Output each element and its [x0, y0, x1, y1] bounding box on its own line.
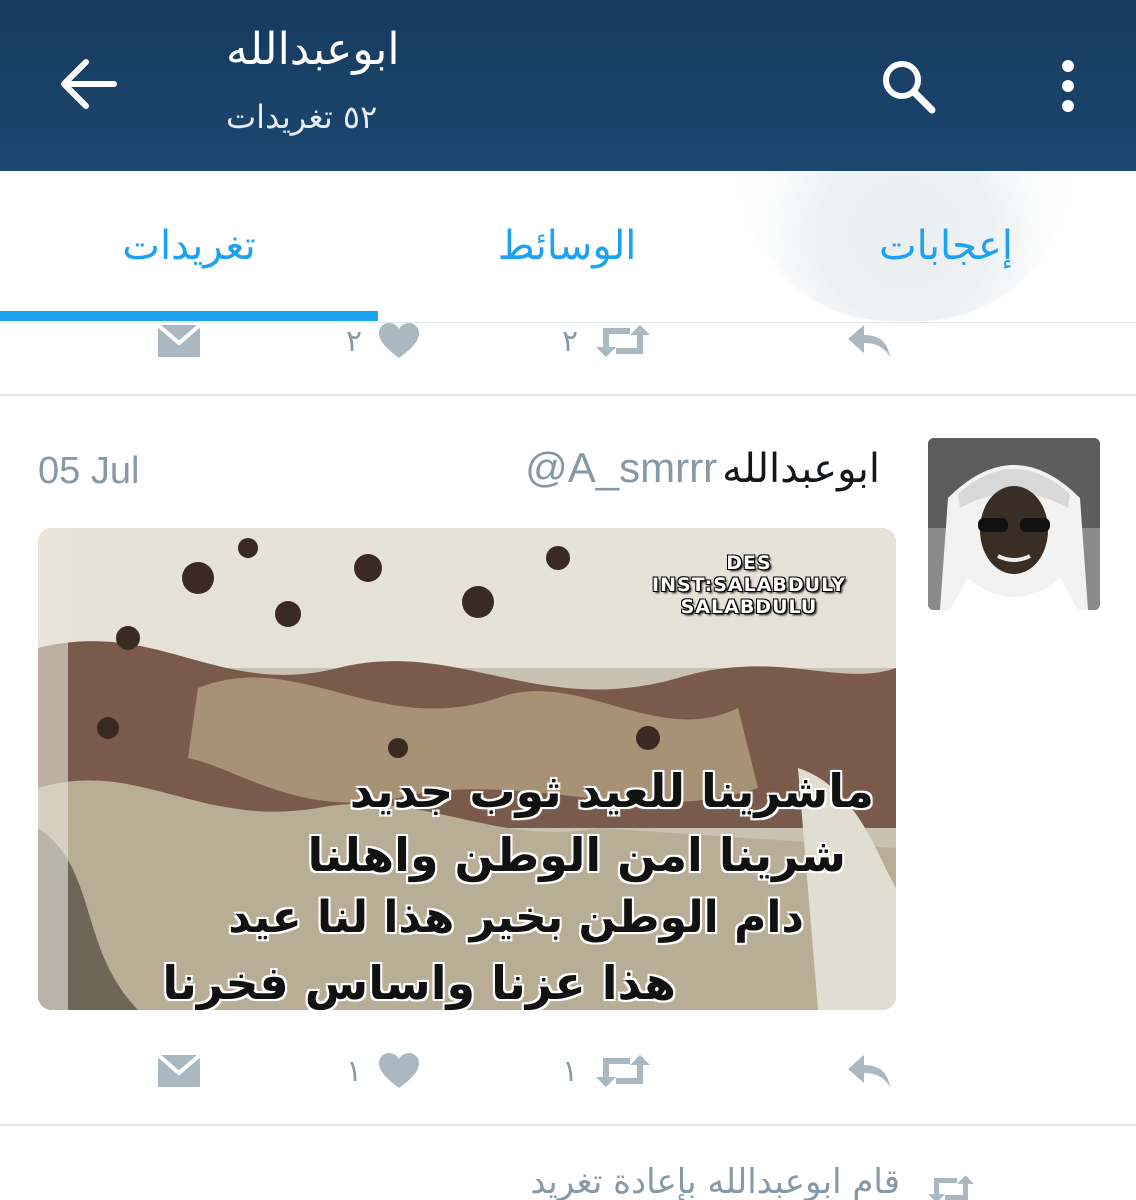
- envelope-icon: [156, 323, 202, 357]
- watermark-line-1: DES: [726, 552, 772, 574]
- retweet-icon: [596, 1055, 651, 1087]
- image-watermark: DES INST:SALABDULY SALABDULU: [604, 552, 894, 618]
- retweet-note-icon-wrap: [926, 1172, 976, 1200]
- image-text-line-1: ماشرينا للعيد ثوب جديد: [349, 764, 874, 818]
- watermark-line-3: SALABDULU: [680, 596, 818, 618]
- tweet-count: ٥٢ تغريدات: [226, 98, 378, 136]
- profile-tabs: تغريدات الوسائط إعجابات: [0, 171, 1136, 323]
- avatar-image: [928, 438, 1100, 610]
- retweet-button[interactable]: ٢: [562, 306, 652, 376]
- dm-button[interactable]: [156, 1036, 202, 1106]
- arrow-left-icon: [61, 59, 117, 109]
- previous-tweet-actions: ٢ ٢: [0, 306, 1136, 376]
- avatar[interactable]: [928, 438, 1100, 610]
- tweet-divider: [0, 394, 1136, 396]
- search-icon: [883, 61, 936, 114]
- tweet-divider: [0, 1124, 1136, 1126]
- tweet-date: 05 Jul: [38, 450, 140, 492]
- like-button[interactable]: ١: [346, 1036, 420, 1106]
- reply-icon: [848, 1055, 890, 1087]
- tweet-display-name: ابوعبدالله: [722, 446, 880, 492]
- tab-likes[interactable]: إعجابات: [757, 171, 1135, 321]
- like-count: ٢: [346, 323, 363, 359]
- tab-tweets[interactable]: تغريدات: [0, 171, 378, 321]
- image-text-line-3: دام الوطن بخير هذا لنا عيد: [228, 892, 804, 943]
- tweet-author[interactable]: @A_smrrr ابوعبدالله: [300, 444, 896, 492]
- retweet-note: قام ابوعبدالله بإعادة تغريد: [530, 1162, 900, 1200]
- tweet-image[interactable]: DES INST:SALABDULY SALABDULU ماشرينا للع…: [38, 528, 896, 1010]
- retweet-icon: [928, 1175, 974, 1200]
- retweet-icon: [596, 325, 651, 357]
- retweet-count: ٢: [562, 323, 579, 359]
- tweet-handle: @A_smrrr: [525, 444, 718, 491]
- more-options-button[interactable]: [1036, 46, 1100, 126]
- envelope-icon: [156, 1053, 202, 1087]
- more-vertical-icon: [1062, 60, 1074, 112]
- app-bar: ابوعبدالله ٥٢ تغريدات: [0, 0, 1136, 171]
- like-count: ١: [346, 1053, 363, 1089]
- dm-button[interactable]: [156, 306, 202, 376]
- tab-media[interactable]: الوسائط: [378, 171, 756, 321]
- reply-icon: [848, 325, 890, 357]
- retweet-button[interactable]: ١: [562, 1036, 652, 1106]
- search-button[interactable]: [868, 46, 948, 126]
- watermark-line-2: INST:SALABDULY: [652, 574, 846, 596]
- heart-icon: [379, 1053, 420, 1088]
- image-text-line-4: هذا عزنا واساس فخرنا: [162, 956, 676, 1010]
- retweet-count: ١: [562, 1053, 579, 1089]
- back-button[interactable]: [52, 48, 124, 120]
- tweet-actions: ١ ١: [0, 1036, 1136, 1106]
- heart-icon: [379, 323, 420, 358]
- image-text-line-2: شرينا امن الوطن واهلنا: [307, 828, 846, 882]
- reply-button[interactable]: [844, 1036, 894, 1106]
- reply-button[interactable]: [844, 306, 894, 376]
- like-button[interactable]: ٢: [346, 306, 420, 376]
- profile-title: ابوعبدالله: [226, 24, 400, 75]
